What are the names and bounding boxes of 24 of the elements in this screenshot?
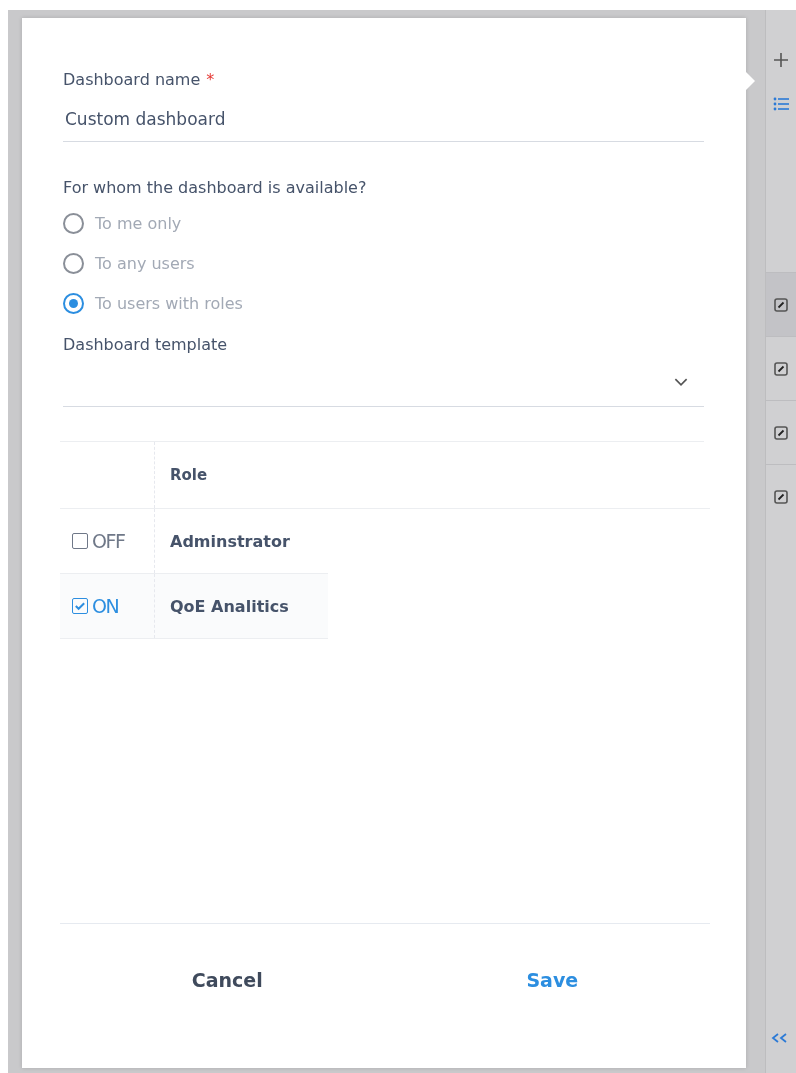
field-label: Dashboard name xyxy=(63,70,201,89)
edit-icon[interactable] xyxy=(774,425,788,440)
add-icon[interactable] xyxy=(773,52,789,68)
edit-icon[interactable] xyxy=(774,361,788,376)
question-label: For whom the dashboard is available? xyxy=(63,178,368,197)
radio-option[interactable]: To any users xyxy=(63,243,195,283)
role-toggle[interactable]: OFF xyxy=(72,530,125,552)
radio-button[interactable] xyxy=(63,292,84,314)
required-mark: * xyxy=(206,70,215,89)
radio-button[interactable] xyxy=(63,252,84,274)
edit-icon[interactable] xyxy=(774,489,788,504)
edit-icon[interactable] xyxy=(774,297,788,312)
table-cell-text: Adminstrator xyxy=(169,530,290,553)
field-label: Dashboard template xyxy=(63,335,229,354)
list-icon[interactable] xyxy=(773,97,789,111)
save-button[interactable]: Save xyxy=(506,958,599,1002)
radio-option[interactable]: To me only xyxy=(63,203,182,243)
radio-option[interactable]: To users with roles xyxy=(63,283,243,323)
chevron-icon xyxy=(674,377,688,387)
role-toggle[interactable]: ON xyxy=(72,595,119,617)
cancel-button[interactable]: Cancel xyxy=(171,958,283,1002)
radio-button[interactable] xyxy=(63,212,84,234)
table-cell-text: QoE Analitics xyxy=(169,595,289,618)
column-header: Role xyxy=(169,465,208,486)
